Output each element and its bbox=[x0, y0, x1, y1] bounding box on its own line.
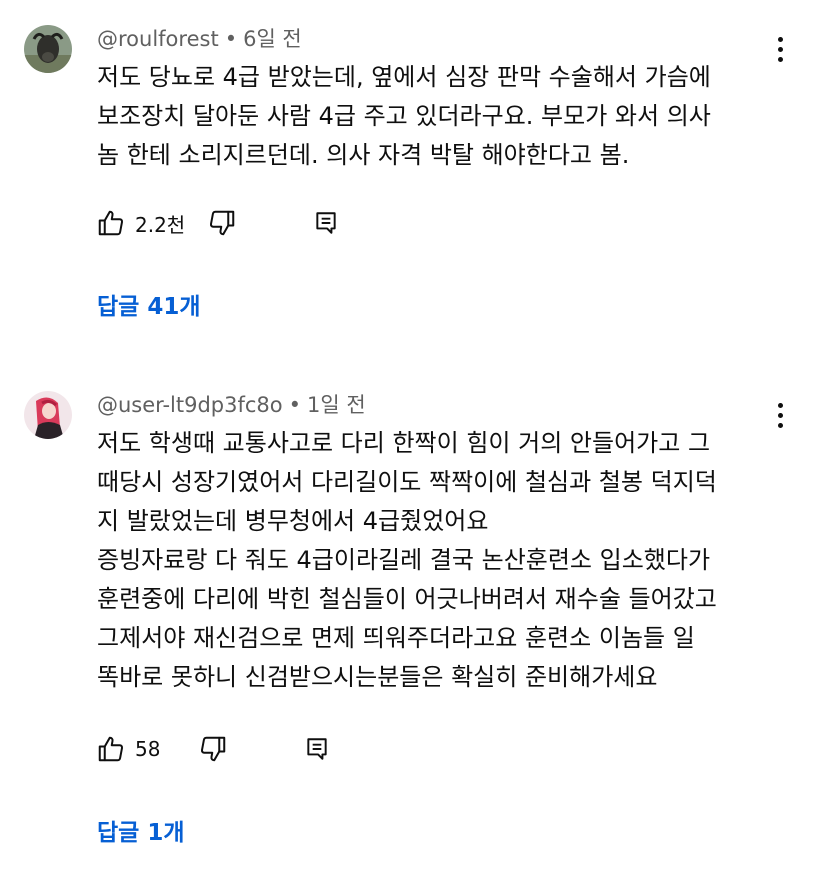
reply-icon bbox=[307, 738, 328, 760]
like-count: 2.2천 bbox=[135, 212, 186, 237]
thumbs-down-icon bbox=[201, 736, 226, 762]
thumbs-up-icon bbox=[98, 210, 124, 236]
avatar[interactable] bbox=[24, 391, 72, 439]
thumbs-up-icon bbox=[98, 736, 124, 762]
like-count: 58 bbox=[135, 737, 161, 761]
avatar[interactable] bbox=[24, 25, 72, 73]
dislike-button[interactable] bbox=[198, 734, 228, 764]
separator-dot: • bbox=[288, 393, 302, 417]
thumbs-down-icon bbox=[210, 210, 235, 236]
reply-icon bbox=[316, 212, 336, 234]
reply-button[interactable] bbox=[304, 736, 330, 762]
comment-actions: 2.2천 bbox=[96, 205, 339, 241]
like-button[interactable]: 58 bbox=[96, 734, 160, 764]
comment-line: 저도 학생때 교통사고로 다리 한짝이 힘이 거의 안들어가고 그 bbox=[97, 429, 711, 457]
comment-line: 그제서야 재신검으로 면제 띄워주더라고요 훈련소 이놈들 일 bbox=[97, 624, 695, 652]
comment-line: 보조장치 달아둔 사람 4급 주고 있더라구요. 부모가 와서 의사 bbox=[97, 102, 711, 130]
comment-line: 놈 한테 소리지르던데. 의사 자격 박탈 해야한다고 봄. bbox=[97, 141, 630, 169]
comment-line: 때당시 성장기였어서 다리길이도 짝짝이에 철심과 철봉 덕지덕 bbox=[97, 468, 717, 496]
like-button[interactable]: 2.2천 bbox=[96, 208, 185, 238]
author-name[interactable]: @roulforest bbox=[97, 27, 219, 51]
comment-time: 1일 전 bbox=[307, 393, 366, 417]
comment-text: 저도 학생때 교통사고로 다리 한짝이 힘이 거의 안들어가고 그 때당시 성장… bbox=[97, 424, 797, 697]
comment-meta: @roulforest • 6일 전 bbox=[97, 25, 302, 53]
comment-text: 저도 당뇨로 4급 받았는데, 옆에서 심장 판막 수술해서 가슴에 보조장치 … bbox=[97, 58, 797, 175]
view-replies-link[interactable]: 답글 41개 bbox=[97, 291, 201, 323]
comment-meta: @user-lt9dp3fc8o • 1일 전 bbox=[97, 391, 366, 419]
separator-dot: • bbox=[224, 27, 238, 51]
comment-line: 훈련중에 다리에 박힌 철심들이 어긋나버려서 재수술 들어갔고 bbox=[97, 585, 717, 613]
comment-actions: 58 bbox=[96, 731, 330, 767]
view-replies-link[interactable]: 답글 1개 bbox=[97, 817, 185, 849]
dislike-button[interactable] bbox=[207, 208, 237, 238]
author-name[interactable]: @user-lt9dp3fc8o bbox=[97, 393, 283, 417]
reply-button[interactable] bbox=[313, 210, 339, 236]
kebab-menu-icon bbox=[777, 402, 783, 408]
comment-line: 지 발랐었는데 병무청에서 4급줬었어요 bbox=[97, 507, 489, 535]
comment-time: 6일 전 bbox=[243, 27, 302, 51]
comment-line: 증빙자료랑 다 줘도 4급이라길레 결국 논산훈련소 입소했다가 bbox=[97, 546, 711, 574]
comment-line: 똑바로 못하니 신검받으시는분들은 확실히 준비해가세요 bbox=[97, 663, 658, 691]
kebab-menu-icon bbox=[777, 36, 783, 42]
comment-line: 저도 당뇨로 4급 받았는데, 옆에서 심장 판막 수술해서 가슴에 bbox=[97, 63, 711, 91]
